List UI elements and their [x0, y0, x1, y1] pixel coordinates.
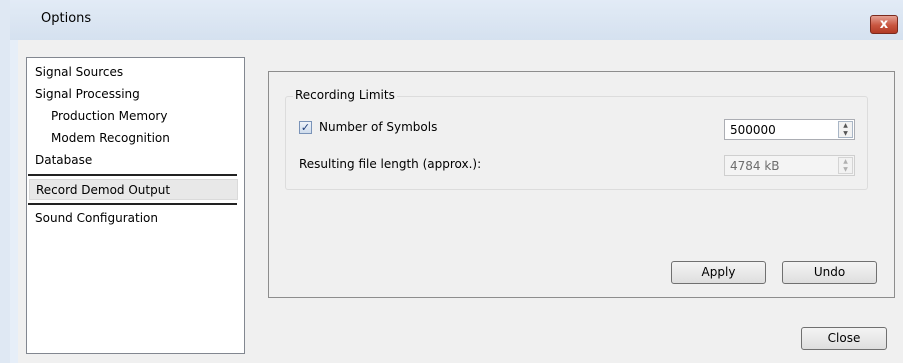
spin-down-icon[interactable]: ▼	[839, 130, 852, 138]
close-button[interactable]: Close	[801, 327, 887, 350]
sidebar-divider	[28, 174, 237, 176]
spin-down-icon: ▼	[843, 166, 848, 173]
close-icon[interactable]: x	[870, 15, 898, 34]
options-window: Options x Signal Sources Signal Processi…	[10, 0, 903, 363]
sidebar-item-database[interactable]: Database	[27, 150, 244, 171]
settings-panel: Recording Limits ✓ Number of Symbols 500…	[268, 71, 895, 298]
number-of-symbols-label[interactable]: Number of Symbols	[319, 120, 437, 134]
spin-arrows[interactable]: ▲ ▼	[838, 121, 853, 138]
window-title: Options	[41, 11, 92, 26]
sidebar-item-record-demod-output[interactable]: Record Demod Output	[29, 179, 238, 200]
file-length-label: Resulting file length (approx.):	[299, 157, 482, 171]
options-category-list: Signal Sources Signal Processing Product…	[26, 57, 245, 354]
apply-button[interactable]: Apply	[671, 261, 766, 284]
sidebar-item-signal-sources[interactable]: Signal Sources	[27, 62, 244, 83]
sidebar-divider	[28, 203, 237, 205]
spin-up-icon[interactable]: ▲	[839, 122, 852, 130]
file-length-spinbox: 4784 kB ▲ ▼	[724, 155, 855, 176]
sidebar-item-signal-processing[interactable]: Signal Processing	[27, 84, 244, 105]
group-title: Recording Limits	[293, 88, 397, 102]
sidebar-item-production-memory[interactable]: Production Memory	[27, 106, 244, 127]
number-of-symbols-value[interactable]: 500000	[730, 123, 776, 137]
file-length-value: 4784 kB	[730, 159, 780, 173]
recording-limits-group: Recording Limits ✓ Number of Symbols 500…	[285, 88, 868, 190]
undo-button[interactable]: Undo	[782, 261, 877, 284]
spin-arrows-disabled: ▲ ▼	[838, 157, 853, 174]
sidebar-item-modem-recognition[interactable]: Modem Recognition	[27, 128, 244, 149]
number-of-symbols-spinbox[interactable]: 500000 ▲ ▼	[724, 119, 855, 140]
number-of-symbols-checkbox[interactable]: ✓	[299, 121, 312, 134]
title-bar[interactable]: Options x	[10, 0, 903, 40]
dialog-body: Signal Sources Signal Processing Product…	[18, 40, 903, 363]
sidebar-item-sound-configuration[interactable]: Sound Configuration	[27, 208, 244, 229]
spin-up-icon: ▲	[843, 158, 848, 165]
